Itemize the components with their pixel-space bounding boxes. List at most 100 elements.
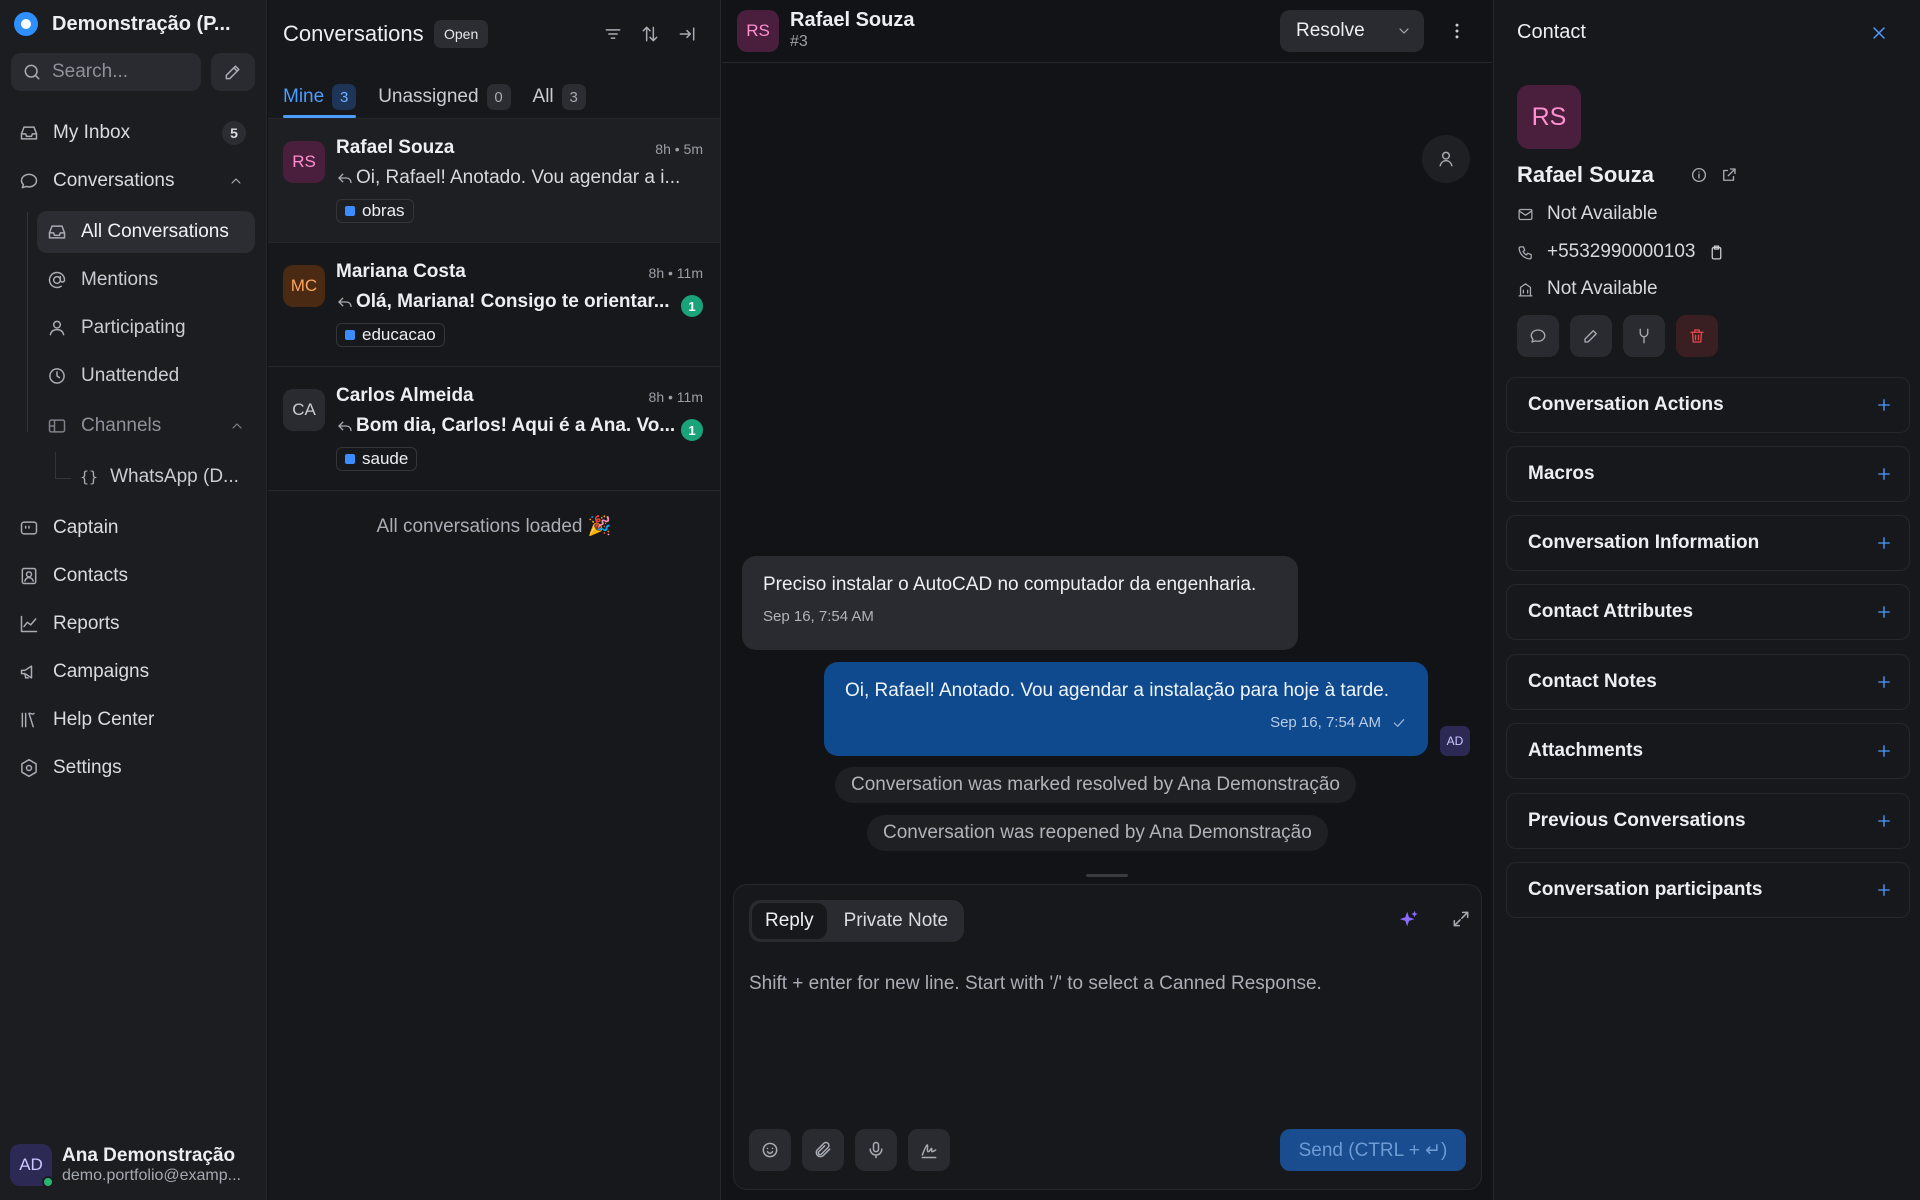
accordion-contact-attributes[interactable]: Contact Attributes — [1506, 584, 1910, 640]
collapse-list-button[interactable] — [672, 19, 702, 49]
sidebar-item-all-conversations[interactable]: All Conversations — [37, 211, 255, 253]
workspace-switcher[interactable]: Demonstração (P... — [14, 10, 231, 38]
sidebar-item-label: All Conversations — [81, 221, 229, 242]
avatar[interactable]: RS — [737, 10, 779, 52]
check-icon — [1393, 718, 1405, 727]
plus-icon — [1878, 676, 1890, 688]
tab-reply[interactable]: Reply — [752, 903, 827, 939]
info-button[interactable] — [1690, 166, 1708, 184]
accordion-previous-conversations[interactable]: Previous Conversations — [1506, 793, 1910, 849]
nav-campaigns[interactable]: Campaigns — [10, 651, 254, 693]
contacts-icon — [21, 567, 37, 585]
chat-header: RS Rafael Souza #3 Resolve — [722, 0, 1492, 63]
search-input[interactable] — [52, 61, 192, 83]
conversation-time: 8h • 11m — [648, 265, 703, 281]
tab-count: 3 — [561, 84, 586, 110]
open-contact-button[interactable] — [1720, 166, 1738, 184]
more-options-button[interactable] — [1442, 16, 1472, 46]
tab-private-note[interactable]: Private Note — [831, 903, 962, 939]
voice-button[interactable] — [855, 1129, 897, 1171]
captain-icon — [20, 521, 38, 535]
tab-mine[interactable]: Mine 3 — [283, 78, 357, 118]
nav-label: Help Center — [53, 709, 155, 730]
accordion-attachments[interactable]: Attachments — [1506, 723, 1910, 779]
nav-label: Reports — [53, 613, 120, 634]
user-email: demo.portfolio@examp... — [62, 1167, 241, 1184]
edit-contact-button[interactable] — [1570, 315, 1612, 357]
plus-icon — [1878, 537, 1890, 549]
contact-name: Carlos Almeida — [336, 385, 474, 406]
attachment-button[interactable] — [802, 1129, 844, 1171]
tree-line — [27, 212, 28, 432]
chevron-up-icon[interactable] — [229, 418, 245, 434]
status-filter-badge[interactable]: Open — [434, 20, 489, 48]
merge-contact-button[interactable] — [1623, 315, 1665, 357]
last-message-text: Olá, Mariana! Consigo te orientar... — [356, 291, 670, 312]
resolve-button[interactable]: Resolve — [1280, 20, 1384, 42]
accordion-conversation-participants[interactable]: Conversation participants — [1506, 862, 1910, 918]
activity-message: Conversation was marked resolved by Ana … — [835, 767, 1356, 803]
nav-conversations[interactable]: Conversations — [10, 160, 254, 202]
conversation-item[interactable]: MC Mariana Costa 8h • 11m Olá, Mariana! … — [268, 243, 720, 367]
expand-editor-button[interactable] — [1451, 909, 1471, 929]
conversation-label: saude — [336, 447, 418, 471]
accordion-conversation-actions[interactable]: Conversation Actions — [1506, 377, 1910, 433]
chat-panel: RS Rafael Souza #3 Resolve Preciso insta… — [722, 0, 1492, 1200]
ai-assist-button[interactable] — [1398, 909, 1420, 931]
accordion-title: Conversation participants — [1528, 879, 1763, 900]
label-text: obras — [362, 201, 405, 220]
filter-button[interactable] — [598, 19, 628, 49]
message-input[interactable] — [749, 973, 1465, 1093]
plus-icon — [1878, 399, 1890, 411]
library-icon — [21, 712, 35, 728]
delete-contact-button[interactable] — [1676, 315, 1718, 357]
nav-label: My Inbox — [53, 122, 131, 143]
tab-all[interactable]: All 3 — [533, 78, 586, 116]
assignee-button[interactable] — [1422, 135, 1470, 183]
contact-name: Rafael Souza — [336, 137, 455, 158]
contact-actions — [1517, 315, 1718, 357]
sidebar-item-channels[interactable]: Channels — [37, 405, 255, 447]
user-menu[interactable]: AD Ana Demonstração demo.portfolio@examp… — [10, 1140, 260, 1190]
close-button[interactable] — [1864, 18, 1894, 48]
plus-icon — [1878, 815, 1890, 827]
resolve-button-group: Resolve — [1280, 10, 1424, 52]
nav-contacts[interactable]: Contacts — [10, 555, 254, 597]
chart-line-icon — [20, 615, 38, 633]
sort-button[interactable] — [635, 19, 665, 49]
chat-contact-name[interactable]: Rafael Souza — [790, 9, 914, 32]
avatar: RS — [1517, 85, 1581, 149]
conversation-item[interactable]: RS Rafael Souza 8h • 5m Oi, Rafael! Anot… — [268, 119, 720, 243]
accordion-title: Contact Attributes — [1528, 601, 1694, 622]
nav-help-center[interactable]: Help Center — [10, 699, 254, 741]
signature-button[interactable] — [908, 1129, 950, 1171]
resize-handle[interactable] — [1086, 874, 1128, 877]
avatar: AD — [10, 1144, 54, 1188]
sidebar-item-whatsapp[interactable]: {} WhatsApp (D... — [70, 456, 255, 498]
search-box[interactable] — [11, 53, 201, 91]
reply-arrow-icon — [338, 421, 352, 432]
gear-icon — [21, 758, 37, 778]
sidebar-item-participating[interactable]: Participating — [37, 307, 255, 349]
app-logo — [14, 12, 38, 36]
accordion-contact-notes[interactable]: Contact Notes — [1506, 654, 1910, 710]
nav-reports[interactable]: Reports — [10, 603, 254, 645]
nav-settings[interactable]: Settings — [10, 747, 254, 789]
new-message-button[interactable] — [1517, 315, 1559, 357]
nav-my-inbox[interactable]: My Inbox 5 — [10, 112, 254, 154]
conversation-label: obras — [336, 199, 414, 223]
chevron-up-icon[interactable] — [228, 173, 244, 189]
sidebar-item-unattended[interactable]: Unattended — [37, 355, 255, 397]
emoji-button[interactable] — [749, 1129, 791, 1171]
send-button[interactable]: Send (CTRL + ↵) — [1280, 1129, 1466, 1171]
conversation-item[interactable]: CA Carlos Almeida 8h • 11m Bom dia, Carl… — [268, 367, 720, 491]
nav-captain[interactable]: Captain — [10, 507, 254, 549]
compose-button[interactable] — [211, 53, 255, 91]
accordion-conversation-information[interactable]: Conversation Information — [1506, 515, 1910, 571]
resolve-options-button[interactable] — [1384, 23, 1424, 39]
tab-unassigned[interactable]: Unassigned 0 — [378, 78, 511, 116]
contact-phone-row: +5532990000103 — [1517, 241, 1725, 263]
accordion-macros[interactable]: Macros — [1506, 446, 1910, 502]
copy-icon[interactable] — [1708, 244, 1725, 261]
sidebar-item-mentions[interactable]: Mentions — [37, 259, 255, 301]
